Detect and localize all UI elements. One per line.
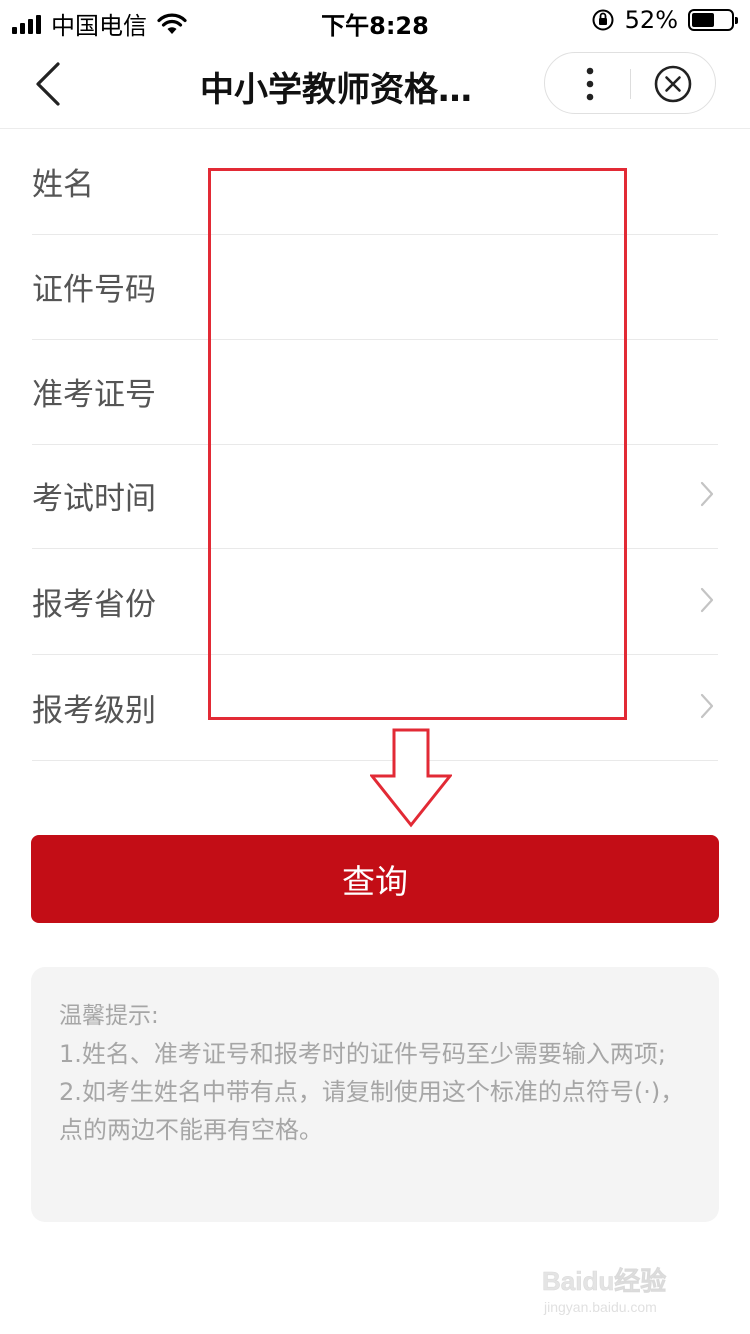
down-arrow-annotation-icon <box>370 728 452 828</box>
chevron-right-icon <box>700 481 714 507</box>
status-bar: 中国电信 下午8:28 52% <box>0 0 750 40</box>
page: 中国电信 下午8:28 52% 中小学教师资格… 姓名 证件号码 准考证号 考试… <box>0 0 750 1334</box>
status-right: 52% <box>591 6 738 34</box>
admission-number-label: 准考证号 <box>32 377 156 413</box>
baidu-jingyan-watermark: Baidu经验 jingyan.baidu.com <box>542 1266 667 1315</box>
name-label: 姓名 <box>32 167 94 203</box>
chevron-right-icon <box>700 693 714 719</box>
rotation-lock-icon <box>592 9 614 31</box>
page-title: 中小学教师资格… <box>200 70 472 110</box>
exam-time-label: 考试时间 <box>32 481 156 517</box>
nav-bar: 中小学教师资格… <box>0 40 750 129</box>
tips-title: 温馨提示: <box>59 1003 159 1029</box>
level-label: 报考级别 <box>32 693 156 729</box>
more-dots-icon[interactable] <box>575 64 605 104</box>
province-label: 报考省份 <box>32 587 156 623</box>
annotation-highlight-box <box>208 168 627 720</box>
tips-line-2: 2.如考生姓名中带有点，请复制使用这个标准的点符号(·)，点的两边不能再有空格。 <box>59 1078 685 1144</box>
watermark-brand: Baidu经验 <box>542 1266 666 1296</box>
tips-panel: 温馨提示: 1.姓名、准考证号和报考时的证件号码至少需要输入两项; 2.如考生姓… <box>31 967 719 1222</box>
battery-icon <box>688 9 738 31</box>
battery-percent: 52% <box>624 6 678 34</box>
tips-line-1: 1.姓名、准考证号和报考时的证件号码至少需要输入两项; <box>59 1040 666 1068</box>
watermark-url: jingyan.baidu.com <box>543 1299 657 1315</box>
back-arrow-icon[interactable] <box>26 58 74 110</box>
close-circle-icon[interactable] <box>653 64 693 104</box>
capsule-divider <box>630 69 631 99</box>
query-button[interactable]: 查询 <box>31 835 719 923</box>
mini-program-capsule <box>544 52 716 114</box>
id-number-label: 证件号码 <box>32 272 156 308</box>
chevron-right-icon <box>700 587 714 613</box>
